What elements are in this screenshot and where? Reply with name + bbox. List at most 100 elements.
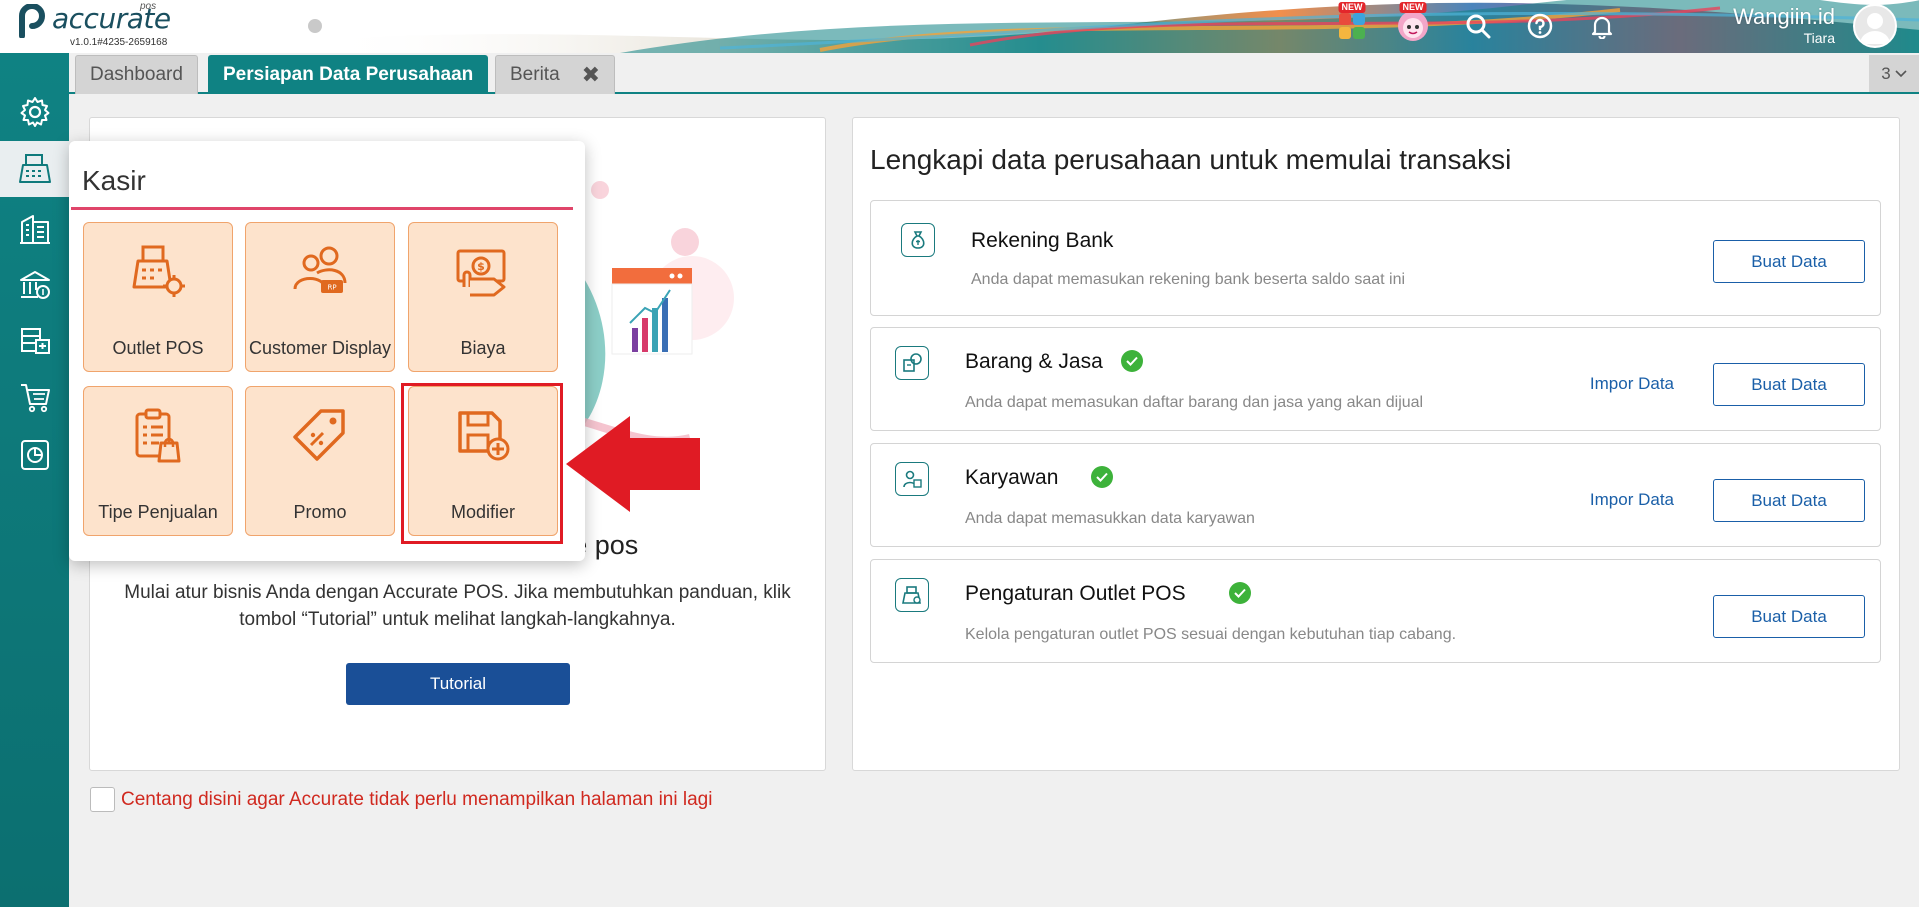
row-description: Anda dapat memasukan rekening bank beser… (971, 271, 1406, 288)
bell-icon (1591, 16, 1613, 39)
sidebar (0, 53, 69, 907)
apps-icon (1339, 13, 1365, 39)
money-bag-icon (901, 223, 935, 257)
tile-label: Tipe Penjualan (98, 502, 218, 522)
new-badge: NEW (1338, 2, 1366, 13)
notification-button[interactable] (1585, 9, 1619, 43)
red-arrow-annotation (566, 416, 700, 512)
row-title: Rekening Bank (971, 229, 1114, 252)
hide-page-label[interactable]: Centang disini agar Accurate tidak perlu… (121, 789, 712, 811)
kasir-menu-title: Kasir (82, 165, 146, 196)
tile-label: Promo (293, 502, 347, 522)
tab-count-value: 3 (1881, 63, 1891, 83)
chevron-down-icon (1895, 69, 1907, 77)
apps-button[interactable]: NEW (1335, 2, 1369, 43)
app-header: accurate pos v1.0.1#4235-2659168 NEW NEW (0, 0, 1919, 53)
tab-label: Berita (510, 64, 560, 85)
hide-page-option: Centang disini agar Accurate tidak perlu… (90, 787, 712, 812)
search-button[interactable] (1461, 9, 1495, 43)
tab-label: Dashboard (90, 64, 183, 85)
version-label: v1.0.1#4235-2659168 (70, 37, 168, 48)
tile-label: Biaya (460, 338, 506, 358)
user-avatar-icon (1860, 13, 1890, 44)
logo-mark-icon (19, 4, 46, 38)
sidebar-item-bank[interactable] (0, 257, 69, 313)
header-dot (308, 19, 322, 33)
check-icon (1121, 350, 1143, 372)
row-title: Pengaturan Outlet POS (965, 582, 1186, 605)
help-button[interactable] (1523, 9, 1557, 43)
mascot-icon (1398, 11, 1428, 41)
employee-icon (895, 462, 929, 496)
row-title: Karyawan (965, 466, 1059, 489)
import-data-link[interactable]: Impor Data (1590, 490, 1674, 510)
bank-icon (19, 271, 50, 299)
svg-text:RP: RP (327, 284, 336, 292)
setup-row-outlet-pos: Pengaturan Outlet POS Kelola pengaturan … (870, 559, 1881, 663)
outlet-icon (895, 578, 929, 612)
setup-row-rekening-bank: Rekening Bank Anda dapat memasukan reken… (870, 200, 1881, 316)
tutorial-button[interactable]: Tutorial (346, 663, 570, 705)
report-icon (20, 440, 49, 470)
setup-row-karyawan: Karyawan Anda dapat memasukkan data kary… (870, 443, 1881, 547)
create-data-button[interactable]: Buat Data (1713, 240, 1865, 283)
svg-text:$: $ (477, 260, 485, 273)
sales-type-icon (135, 408, 181, 463)
row-title: Barang & Jasa (965, 350, 1103, 373)
logo-subtitle: pos (140, 1, 157, 12)
product-icon (895, 346, 929, 380)
tile-label: Outlet POS (112, 338, 204, 358)
setup-row-barang-jasa: Barang & Jasa Anda dapat memasukan dafta… (870, 327, 1881, 431)
sidebar-item-kasir[interactable] (0, 141, 69, 197)
user-company-name[interactable]: Wangiin.id (1733, 4, 1835, 30)
tab-dashboard[interactable]: Dashboard (75, 55, 198, 94)
inventory-icon (20, 328, 50, 354)
search-icon (1466, 14, 1491, 39)
row-description: Anda dapat memasukan daftar barang dan j… (965, 394, 1424, 411)
check-icon (1091, 466, 1113, 488)
customer-display-icon: RP (293, 246, 347, 293)
tab-berita[interactable]: Berita ✖ (495, 55, 616, 94)
close-icon[interactable]: ✖ (582, 64, 600, 86)
avatar[interactable] (1853, 4, 1897, 48)
tab-persiapan-data[interactable]: Persiapan Data Perusahaan (208, 55, 489, 94)
promo-tag-icon (293, 409, 345, 461)
gear-icon (20, 97, 49, 127)
hide-page-checkbox[interactable] (90, 787, 115, 812)
kasir-tile-tipe-penjualan[interactable]: Tipe Penjualan (83, 386, 233, 536)
cart-icon (20, 384, 50, 413)
tile-label: Customer Display (248, 338, 392, 358)
building-icon (19, 215, 50, 244)
tab-label: Persiapan Data Perusahaan (223, 64, 474, 85)
sidebar-item-company[interactable] (0, 201, 69, 257)
tab-bar: Dashboard Persiapan Data Perusahaan Beri… (69, 53, 1919, 94)
sidebar-item-purchase[interactable] (0, 369, 69, 425)
tab-count-dropdown[interactable]: 3 (1869, 55, 1919, 92)
kasir-title-divider (71, 207, 573, 210)
create-data-button[interactable]: Buat Data (1713, 479, 1865, 522)
kasir-tile-biaya[interactable]: $ Biaya (408, 222, 558, 372)
modifier-highlight-box (401, 383, 563, 544)
expense-icon: $ (456, 249, 506, 297)
header-banner-art (320, 0, 1919, 53)
cashier-icon (18, 154, 51, 183)
import-data-link[interactable]: Impor Data (1590, 374, 1674, 394)
sidebar-item-settings[interactable] (0, 84, 69, 140)
mascot-button[interactable]: NEW (1396, 2, 1430, 43)
create-data-button[interactable]: Buat Data (1713, 595, 1865, 638)
sidebar-item-report[interactable] (0, 427, 69, 483)
create-data-button[interactable]: Buat Data (1713, 363, 1865, 406)
welcome-description: Mulai atur bisnis Anda dengan Accurate P… (124, 582, 791, 630)
outlet-pos-icon (132, 245, 185, 297)
new-badge: NEW (1399, 2, 1427, 13)
sidebar-item-inventory[interactable] (0, 313, 69, 369)
help-icon (1527, 13, 1553, 39)
kasir-tile-customer-display[interactable]: RP Customer Display (245, 222, 395, 372)
check-icon (1229, 582, 1251, 604)
user-name: Tiara (1803, 30, 1835, 46)
row-description: Anda dapat memasukkan data karyawan (965, 510, 1255, 527)
setup-card: Lengkapi data perusahaan untuk memulai t… (852, 117, 1900, 771)
row-description: Kelola pengaturan outlet POS sesuai deng… (965, 626, 1457, 643)
kasir-tile-promo[interactable]: Promo (245, 386, 395, 536)
kasir-tile-outlet-pos[interactable]: Outlet POS (83, 222, 233, 372)
